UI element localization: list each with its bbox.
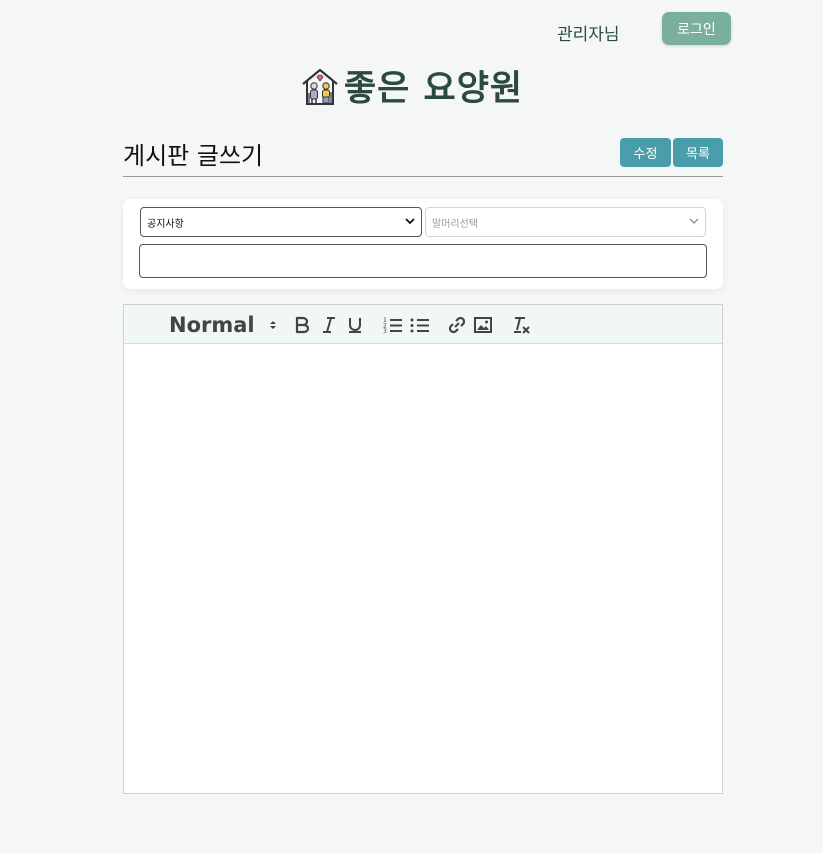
underline-icon[interactable] bbox=[345, 305, 365, 344]
edit-button[interactable]: 수정 bbox=[620, 138, 671, 167]
link-icon[interactable] bbox=[446, 305, 468, 344]
category-select[interactable]: 공지사항 bbox=[140, 207, 422, 237]
italic-icon[interactable] bbox=[319, 305, 339, 344]
list-button[interactable]: 목록 bbox=[673, 138, 723, 167]
chevron-down-icon bbox=[689, 216, 699, 229]
image-icon[interactable] bbox=[473, 305, 493, 344]
category-select-value: 공지사항 bbox=[147, 218, 184, 230]
page-title: 게시판 글쓰기 bbox=[123, 142, 264, 170]
board-header: 게시판 글쓰기 수정 목록 bbox=[123, 133, 723, 177]
prefix-select[interactable]: 말머리선택 bbox=[425, 207, 706, 237]
bullet-list-icon[interactable] bbox=[409, 305, 431, 344]
login-button[interactable]: 로그인 bbox=[662, 12, 731, 45]
editor-toolbar: Normal 1 2 3 bbox=[124, 305, 722, 344]
prefix-select-placeholder: 말머리선택 bbox=[432, 218, 478, 230]
post-meta-card: 공지사항 말머리선택 bbox=[123, 199, 723, 289]
chevron-down-icon bbox=[405, 216, 415, 229]
logo[interactable]: 좋은 요양원 bbox=[0, 60, 823, 111]
svg-text:3: 3 bbox=[383, 328, 387, 334]
elderly-couple-house-icon bbox=[300, 66, 340, 106]
heading-select-value: Normal bbox=[169, 312, 255, 337]
header-user-label: 관리자님 bbox=[557, 25, 620, 45]
heading-select[interactable]: Normal bbox=[169, 305, 255, 344]
editor-content-area[interactable] bbox=[124, 344, 722, 793]
heading-select-arrows-icon[interactable] bbox=[269, 305, 277, 344]
logo-text: 좋은 요양원 bbox=[343, 69, 524, 109]
clear-format-icon[interactable] bbox=[510, 305, 532, 344]
title-input[interactable] bbox=[139, 244, 707, 278]
rich-text-editor: Normal 1 2 3 bbox=[123, 304, 723, 794]
bold-icon[interactable] bbox=[292, 305, 312, 344]
ordered-list-icon[interactable]: 1 2 3 bbox=[382, 305, 404, 344]
